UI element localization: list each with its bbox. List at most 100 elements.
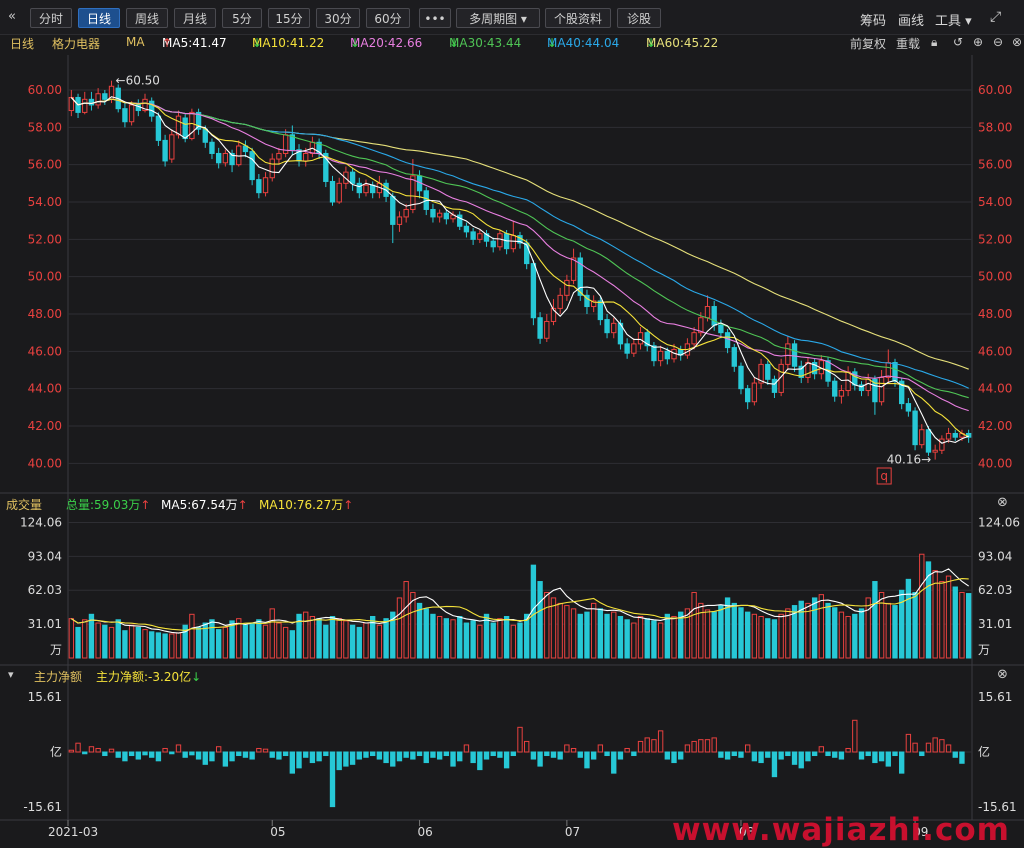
volume-bar bbox=[631, 622, 637, 659]
net-bar bbox=[269, 751, 275, 758]
volume-tick-left: 93.04 bbox=[28, 549, 62, 563]
net-bar bbox=[637, 740, 644, 753]
volume-bar bbox=[195, 626, 202, 659]
candle-body bbox=[878, 376, 885, 403]
volume-header: 成交量 总量:59.03万↑ MA5:67.54万↑ MA10:76.27万↑ … bbox=[0, 494, 1024, 514]
candle-body bbox=[718, 324, 724, 334]
candle-body bbox=[209, 141, 215, 154]
volume-bar bbox=[751, 613, 758, 659]
net-bar bbox=[771, 751, 778, 778]
main-net-close-icon[interactable]: ⊗ bbox=[997, 667, 1008, 682]
volume-bar bbox=[905, 578, 912, 659]
candle-body bbox=[744, 388, 751, 403]
net-bar bbox=[832, 751, 838, 758]
net-bar bbox=[952, 751, 958, 758]
volume-bar bbox=[102, 624, 108, 659]
volume-bar bbox=[477, 624, 483, 659]
candle-body bbox=[537, 317, 543, 339]
volume-bar bbox=[423, 608, 429, 659]
net-bar bbox=[845, 747, 851, 753]
price-tick-left: 42.00 bbox=[28, 419, 62, 433]
volume-bar bbox=[115, 619, 121, 659]
price-tick-left: 60.00 bbox=[28, 83, 62, 97]
net-bar bbox=[88, 746, 95, 753]
net-bar bbox=[349, 751, 356, 765]
price-tick-left: 56.00 bbox=[28, 158, 62, 172]
volume-tick-right: 31.01 bbox=[978, 617, 1012, 631]
volume-close-icon[interactable]: ⊗ bbox=[997, 495, 1008, 510]
net-bar bbox=[704, 739, 711, 753]
volume-bar bbox=[510, 624, 516, 659]
volume-bar bbox=[349, 624, 356, 659]
candle-body bbox=[604, 319, 610, 334]
volume-bar bbox=[872, 581, 878, 659]
volume-bar bbox=[282, 626, 289, 659]
candle-body bbox=[925, 429, 932, 453]
candle-body bbox=[738, 365, 744, 390]
net-bar bbox=[537, 751, 543, 767]
candle-body bbox=[490, 240, 496, 248]
net-bar bbox=[805, 751, 811, 762]
net-bar bbox=[309, 751, 316, 764]
net-bar bbox=[852, 719, 858, 753]
volume-tick-right: 93.04 bbox=[978, 549, 1012, 563]
price-tick-right: 58.00 bbox=[978, 120, 1012, 134]
volume-bar bbox=[852, 613, 858, 659]
volume-bar bbox=[256, 619, 262, 659]
net-bar bbox=[215, 746, 222, 753]
volume-bar bbox=[865, 597, 871, 659]
volume-tick-right: 124.06 bbox=[978, 515, 1020, 529]
net-bar bbox=[691, 740, 697, 753]
candle-body bbox=[396, 216, 403, 225]
volume-bar bbox=[570, 608, 577, 659]
net-bar bbox=[751, 751, 758, 762]
volume-bar bbox=[162, 633, 168, 659]
volume-bar bbox=[838, 611, 845, 659]
candle-body bbox=[704, 306, 711, 319]
volume-bar bbox=[490, 622, 496, 659]
volume-total: 总量:59.03万↑ bbox=[66, 498, 151, 512]
volume-bar bbox=[584, 611, 590, 659]
net-bar bbox=[450, 751, 456, 767]
volume-bar bbox=[597, 608, 604, 659]
volume-bar bbox=[691, 591, 697, 659]
price-tick-left: 40.00 bbox=[28, 456, 62, 470]
candle-body bbox=[276, 152, 282, 160]
candle-body bbox=[651, 345, 657, 362]
volume-bar bbox=[637, 615, 644, 659]
net-bar bbox=[336, 751, 342, 771]
candle-body bbox=[430, 208, 436, 218]
net-bar bbox=[925, 742, 932, 753]
volume-bar bbox=[209, 619, 215, 659]
volume-bar bbox=[436, 615, 443, 659]
price-tick-right: 42.00 bbox=[978, 419, 1012, 433]
net-bar bbox=[758, 751, 764, 764]
volume-bar bbox=[376, 624, 383, 659]
candle-body bbox=[865, 378, 871, 392]
net-bar bbox=[323, 751, 329, 757]
volume-chart bbox=[68, 553, 972, 659]
net-bar bbox=[282, 751, 289, 757]
net-bar bbox=[825, 751, 831, 757]
candle-body bbox=[657, 350, 664, 362]
net-bar bbox=[242, 751, 249, 758]
net-bar bbox=[811, 751, 818, 757]
candle-body bbox=[771, 378, 778, 393]
net-bar bbox=[155, 751, 162, 762]
x-tick-label: 2021-03 bbox=[48, 825, 98, 839]
candle-body bbox=[403, 208, 409, 218]
volume-tick-left: 31.01 bbox=[28, 617, 62, 631]
net-bar bbox=[236, 751, 242, 757]
chart-canvas[interactable]: ←60.50 40.16→ q 60.00 60.00 58.00 58.00 56.00 5… bbox=[0, 0, 1024, 847]
main-net-chart bbox=[68, 719, 965, 808]
volume-bar bbox=[952, 586, 958, 659]
volume-bar bbox=[671, 615, 677, 659]
collapse-icon[interactable]: ▾ bbox=[8, 668, 14, 681]
net-bar bbox=[892, 751, 898, 757]
net-bar bbox=[564, 744, 570, 753]
net-bar bbox=[169, 751, 175, 755]
volume-bar bbox=[564, 605, 570, 659]
net-bar bbox=[195, 751, 202, 760]
candle-body bbox=[436, 212, 443, 218]
net-bar bbox=[524, 740, 530, 753]
